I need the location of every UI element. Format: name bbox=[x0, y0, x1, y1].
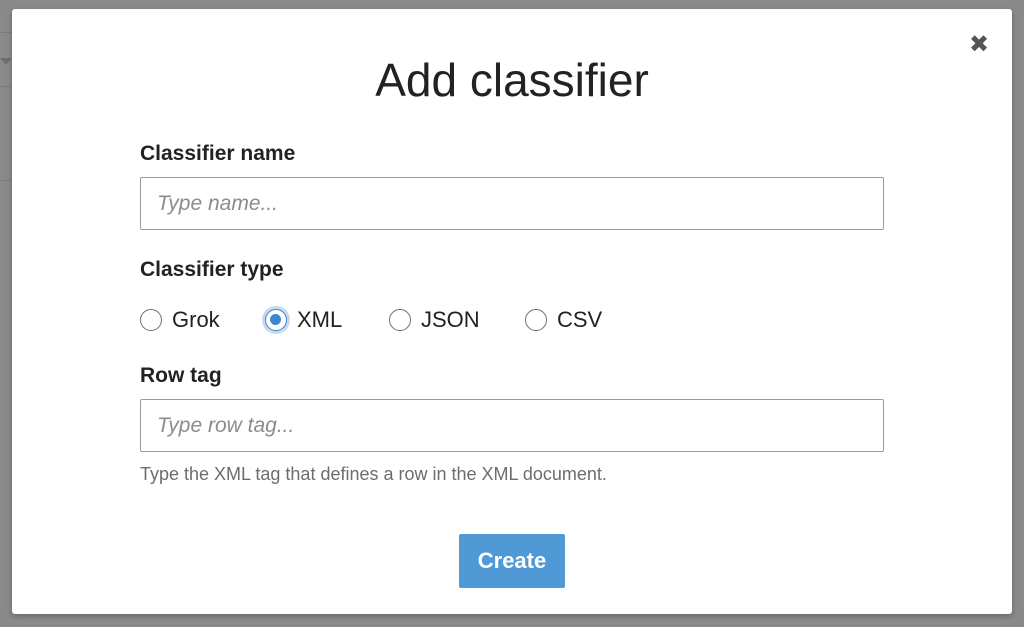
radio-option-xml[interactable]: XML bbox=[265, 307, 389, 333]
radio-label-grok: Grok bbox=[172, 307, 220, 332]
radio-label-xml: XML bbox=[297, 307, 343, 332]
radio-button-json[interactable] bbox=[389, 309, 411, 331]
radio-label-json: JSON bbox=[421, 307, 480, 332]
row-tag-input[interactable] bbox=[140, 399, 884, 452]
row-tag-label: Row tag bbox=[140, 364, 222, 387]
radio-button-grok[interactable] bbox=[140, 309, 162, 331]
classifier-name-label: Classifier name bbox=[140, 142, 296, 165]
create-button[interactable]: Create bbox=[459, 534, 565, 588]
row-tag-hint: Type the XML tag that defines a row in t… bbox=[140, 464, 607, 484]
radio-label-csv: CSV bbox=[557, 307, 603, 332]
radio-option-csv[interactable]: CSV bbox=[525, 307, 602, 333]
classifier-type-label: Classifier type bbox=[140, 258, 284, 281]
background-caret-icon bbox=[0, 58, 12, 65]
dialog-title: Add classifier bbox=[375, 54, 649, 106]
add-classifier-dialog: ✖ Add classifier Classifier name Classif… bbox=[12, 9, 1012, 614]
radio-button-csv[interactable] bbox=[525, 309, 547, 331]
radio-button-xml[interactable] bbox=[265, 309, 287, 331]
radio-option-json[interactable]: JSON bbox=[389, 307, 525, 333]
close-icon[interactable]: ✖ bbox=[966, 31, 992, 57]
classifier-name-input[interactable] bbox=[140, 177, 884, 230]
radio-option-grok[interactable]: Grok bbox=[140, 307, 265, 333]
classifier-type-radio-group: Grok XML JSON CSV bbox=[140, 305, 602, 335]
